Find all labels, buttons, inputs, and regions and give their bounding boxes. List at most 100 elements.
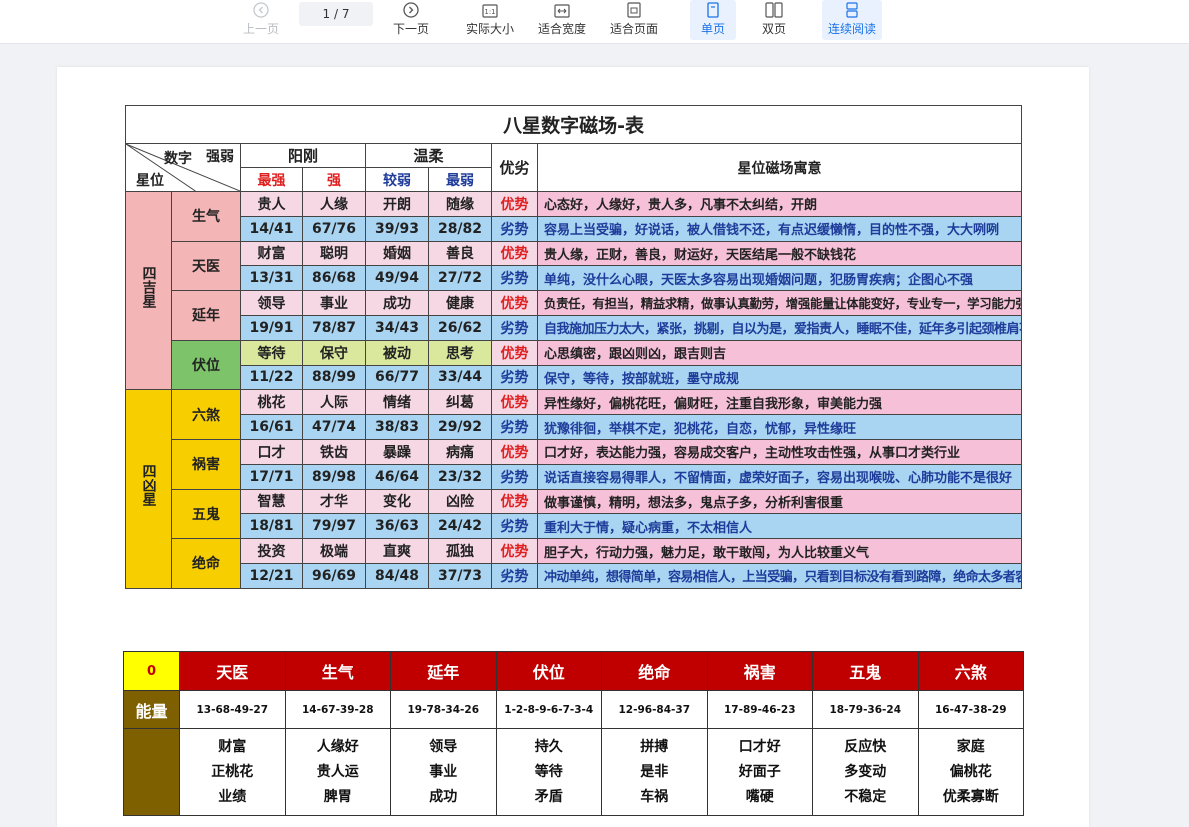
advantage-tag: 优势 [491,389,538,416]
group-four-unlucky: 四凶星 [125,389,172,589]
advantage-tag: 优势 [491,290,538,316]
energy-numbers: 12-96-84-37 [601,690,708,729]
advantage-tag: 优势 [491,538,538,564]
disadvantage-text: 犹豫徘徊，举棋不定，犯桃花，自恋，忧郁，异性缘旺 [536,414,1023,440]
star-yannian: 延年 [171,290,241,341]
word-cell: 人缘 [302,191,366,217]
trait: 人缘好 [316,739,359,755]
star-shengqi: 生气 [171,191,241,242]
advantage-text: 心思缜密，跟凶则凶，跟吉则吉 [536,339,1023,366]
number-cell: 24/42 [428,513,492,540]
trait: 多变动 [844,764,887,780]
next-page-label: 下一页 [392,22,429,36]
meaning-header: 星位磁场寓意 [536,143,1023,192]
number-cell: 34/43 [365,314,429,341]
page-number-input[interactable]: 1 / 7 [299,2,373,26]
trait: 领导 [429,739,458,755]
advantage-text: 贵人缘，正财，善良，财运好，天医结尾一般不缺钱花 [536,240,1023,267]
word-cell: 人际 [302,389,366,416]
number-cell: 14/41 [240,215,303,242]
number-cell: 38/83 [365,414,429,440]
advantage-text: 心态好，人缘好，贵人多，凡事不太纠结，开朗 [536,191,1023,217]
number-cell: 33/44 [428,364,492,391]
energy-label: 能量 [123,690,180,729]
single-page-button[interactable]: 单页 [690,0,736,40]
col-header: 绝命 [601,651,708,691]
col-header: 天医 [179,651,286,691]
fit-page-button[interactable]: 适合页面 [606,0,662,40]
advantage-text: 异性缘好，偏桃花旺，偏财旺，注重自我形象，审美能力强 [536,389,1023,416]
disadvantage-tag: 劣势 [491,215,538,242]
level-strong: 强 [302,167,366,192]
number-cell: 13/31 [240,265,303,292]
col-header: 生气 [284,651,391,691]
star-jueming: 绝命 [171,538,241,589]
word-cell: 贵人 [240,191,303,217]
disadvantage-text: 自我施加压力太大，紧张，挑剔，自以为是，爱指责人，睡眠不佳，延年多引起颈椎肩不舒… [536,314,1023,341]
word-cell: 领导 [240,290,303,316]
continuous-read-button[interactable]: 连续阅读 [822,0,882,40]
advdis-header: 优劣 [491,143,538,192]
trait: 反应快 [844,739,887,755]
toolbar: 上一页 1 / 7 下一页 1:1 实际大小 适合宽度 适合页面 单页 双页 连… [0,0,1189,44]
trait: 是非 [640,764,669,780]
wen-header: 温柔 [365,143,492,168]
fit-width-label: 适合宽度 [537,22,586,36]
double-page-button[interactable]: 双页 [752,0,796,40]
trait: 事业 [429,764,458,780]
disadvantage-tag: 劣势 [491,364,538,391]
trait: 嘴硬 [745,789,774,805]
advantage-text: 负责任，有担当，精益求精，做事认真勤劳，增强能量让体能变好，专业专一，学习能力强 [536,290,1023,316]
energy-numbers: 16-47-38-29 [917,690,1024,729]
number-cell: 23/32 [428,463,492,490]
word-cell: 病痛 [428,438,492,465]
word-cell: 暴躁 [365,438,429,465]
word-cell: 随缘 [428,191,492,217]
prev-page-button[interactable]: 上一页 [236,0,286,40]
number-cell: 11/22 [240,364,303,391]
group-four-lucky: 四吉星 [125,190,172,391]
disadvantage-tag: 劣势 [491,314,538,341]
number-cell: 19/91 [240,314,303,341]
traits-cell: 财富 正桃花 业绩 [179,728,286,816]
number-cell: 67/76 [302,215,366,242]
word-cell: 情绪 [365,389,429,416]
trait: 业绩 [218,789,247,805]
energy-numbers: 18-79-36-24 [812,690,919,729]
word-cell: 直爽 [365,538,429,564]
word-cell: 孤独 [428,538,492,564]
group-label: 四凶星 [140,464,157,507]
advantage-tag: 优势 [491,240,538,267]
number-cell: 39/93 [365,215,429,242]
word-cell: 被动 [365,339,429,366]
number-cell: 96/69 [302,562,366,589]
single-page-icon [707,2,719,18]
word-cell: 事业 [302,290,366,316]
trait: 脾胃 [323,789,352,805]
col-header: 延年 [390,651,497,691]
actual-size-button[interactable]: 1:1 实际大小 [462,0,518,40]
table-title: 八星数字磁场-表 [124,105,1023,144]
advantage-tag: 优势 [491,339,538,366]
disadvantage-tag: 劣势 [491,463,538,490]
next-page-button[interactable]: 下一页 [386,0,436,40]
traits-cell: 拼搏 是非 车祸 [601,728,708,816]
trait: 家庭 [956,739,985,755]
actual-size-icon: 1:1 [482,4,498,18]
word-cell: 婚姻 [365,240,429,267]
number-cell: 27/72 [428,265,492,292]
word-cell: 健康 [428,290,492,316]
word-cell: 口才 [240,438,303,465]
trait: 财富 [218,739,247,755]
disadvantage-text: 容易上当受骗，好说话，被人借钱不还，有点迟缓懒惰，目的性不强，大大咧咧 [536,215,1023,242]
fit-width-button[interactable]: 适合宽度 [534,0,590,40]
trait: 拼搏 [640,739,669,755]
star-energy-table: 0 天医 生气 延年 伏位 绝命 祸害 五鬼 六煞 能量 13-68-49-27… [123,651,1024,816]
trait: 成功 [429,789,458,805]
col-header: 六煞 [917,651,1024,691]
number-cell: 46/64 [365,463,429,490]
traits-cell: 口才好 好面子 嘴硬 [706,728,813,816]
energy-numbers: 17-89-46-23 [706,690,813,729]
word-cell: 投资 [240,538,303,564]
number-cell: 86/68 [302,265,366,292]
